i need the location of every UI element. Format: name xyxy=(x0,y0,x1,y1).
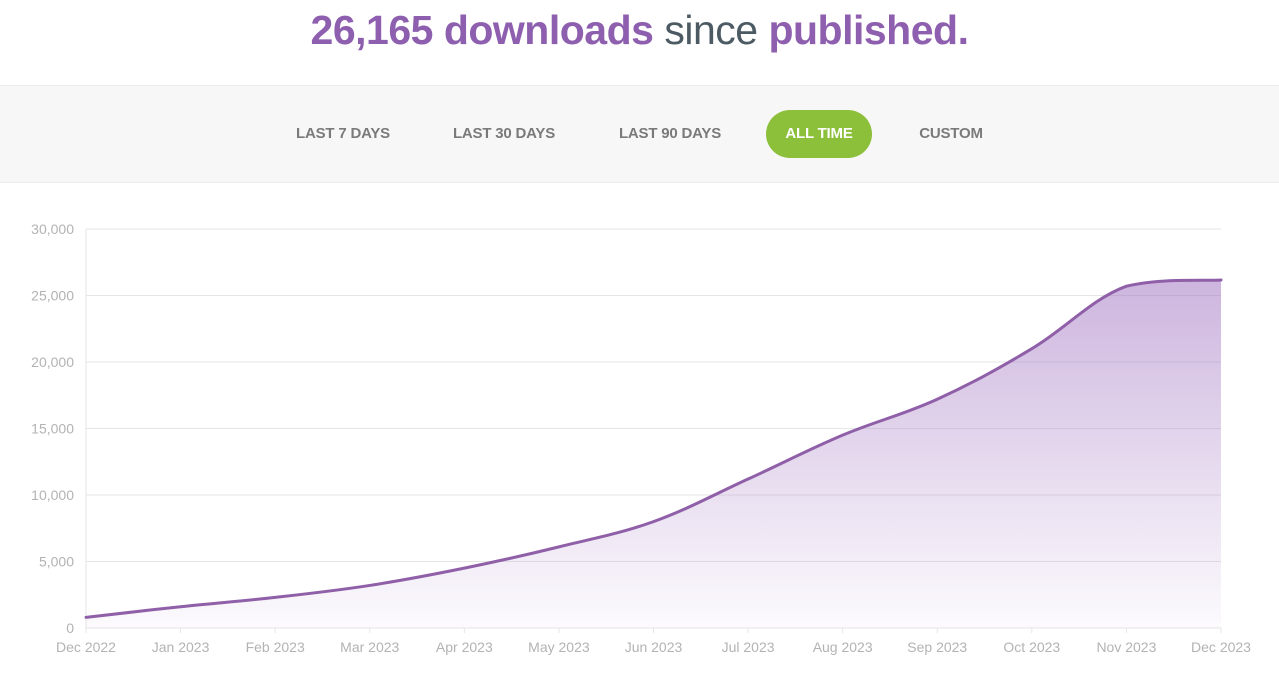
x-tick-label: Nov 2023 xyxy=(1096,639,1156,655)
tab-custom[interactable]: CUSTOM xyxy=(904,110,998,158)
data-point-mar-2023[interactable] xyxy=(366,581,374,589)
data-point-jul-2023[interactable] xyxy=(744,475,752,483)
tab-all-time[interactable]: ALL TIME xyxy=(766,110,872,158)
y-tick-label: 25,000 xyxy=(31,288,74,304)
x-tick-label: Dec 2022 xyxy=(56,639,116,655)
downloads-area-fill xyxy=(86,280,1221,628)
data-point-jun-2023[interactable] xyxy=(650,518,658,526)
published-word: published. xyxy=(768,7,969,53)
data-point-oct-2023[interactable] xyxy=(1028,345,1036,353)
download-count: 26,165 xyxy=(310,7,434,53)
x-tick-label: Oct 2023 xyxy=(1003,639,1060,655)
downloads-chart: 0 5,000 10,000 15,000 20,000 25,000 30,000 Dec … xyxy=(0,200,1279,670)
data-point-aug-2023[interactable] xyxy=(839,431,847,439)
since-word: since xyxy=(664,7,758,53)
x-tick-label: Sep 2023 xyxy=(907,639,967,655)
x-tick-label: Feb 2023 xyxy=(246,639,305,655)
data-point-feb-2023[interactable] xyxy=(271,593,279,601)
x-tick-label: Apr 2023 xyxy=(436,639,493,655)
data-point-dec-2023[interactable] xyxy=(1217,276,1225,284)
y-tick-label: 10,000 xyxy=(31,487,74,503)
data-point-apr-2023[interactable] xyxy=(460,564,468,572)
data-point-sep-2023[interactable] xyxy=(933,395,941,403)
data-point-nov-2023[interactable] xyxy=(1122,282,1130,290)
downloads-headline: 26,165 downloads since published. xyxy=(0,0,1279,62)
data-point-jan-2023[interactable] xyxy=(177,603,185,611)
x-tick-label: Mar 2023 xyxy=(340,639,399,655)
tab-last-7-days[interactable]: LAST 7 DAYS xyxy=(282,110,404,158)
y-tick-label: 20,000 xyxy=(31,354,74,370)
data-point-dec-2022[interactable] xyxy=(82,613,90,621)
x-tick-label: Aug 2023 xyxy=(813,639,873,655)
x-tick-label: May 2023 xyxy=(528,639,590,655)
x-tick-label: Jan 2023 xyxy=(152,639,210,655)
y-tick-label: 5,000 xyxy=(39,554,74,570)
y-tick-label: 15,000 xyxy=(31,421,74,437)
tab-last-90-days[interactable]: LAST 90 DAYS xyxy=(604,110,736,158)
x-tick-label: Dec 2023 xyxy=(1191,639,1251,655)
time-range-filter-bar: LAST 7 DAYS LAST 30 DAYS LAST 90 DAYS AL… xyxy=(0,85,1279,183)
y-tick-label: 30,000 xyxy=(31,221,74,237)
x-tick-label: Jun 2023 xyxy=(625,639,683,655)
downloads-word: downloads xyxy=(443,7,654,53)
downloads-area-chart: 0 5,000 10,000 15,000 20,000 25,000 30,000 Dec … xyxy=(31,221,1251,655)
data-point-may-2023[interactable] xyxy=(555,543,563,551)
x-tick-label: Jul 2023 xyxy=(722,639,775,655)
y-tick-label: 0 xyxy=(66,620,74,636)
tab-last-30-days[interactable]: LAST 30 DAYS xyxy=(438,110,570,158)
